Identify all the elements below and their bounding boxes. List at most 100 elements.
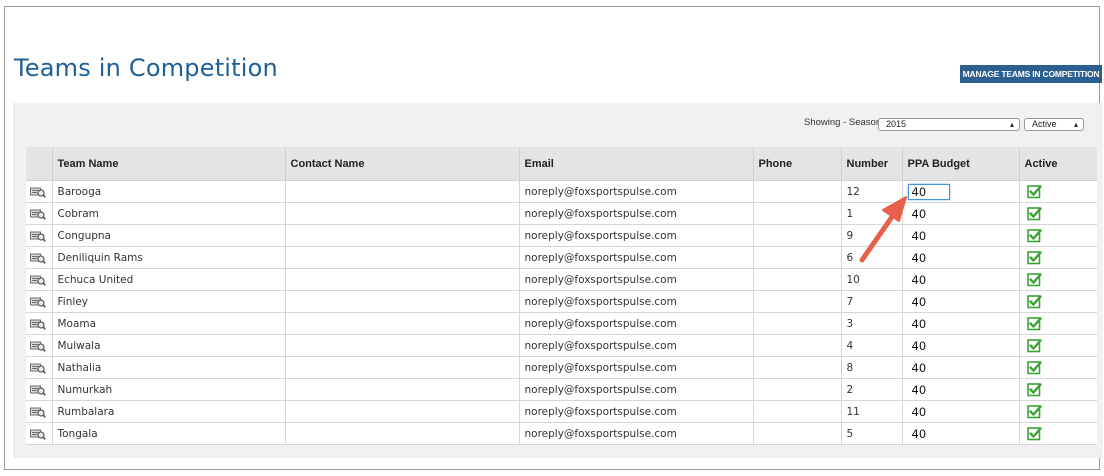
view-details-icon[interactable]: [30, 406, 46, 418]
row-view-cell[interactable]: [26, 312, 52, 335]
view-details-icon[interactable]: [30, 230, 46, 242]
phone-cell: [752, 202, 841, 225]
email-cell: noreply@foxsportspulse.com: [518, 422, 753, 445]
view-details-icon[interactable]: [30, 186, 46, 198]
season-select-value: 2015: [886, 119, 907, 129]
active-cell[interactable]: [1018, 312, 1097, 335]
active-cell[interactable]: [1018, 268, 1097, 291]
season-select[interactable]: 2015 ▴︎: [878, 118, 1020, 131]
number-cell: 10: [840, 268, 902, 291]
column-header-email[interactable]: Email: [518, 147, 753, 181]
table-row[interactable]: Barooga noreply@foxsportspulse.com 12: [26, 180, 1097, 203]
active-cell[interactable]: [1018, 246, 1097, 269]
view-details-icon[interactable]: [30, 340, 46, 352]
column-header-phone[interactable]: Phone: [752, 147, 841, 181]
checkbox-checked-icon[interactable]: [1026, 316, 1042, 331]
table-row[interactable]: Echuca United noreply@foxsportspulse.com 1…: [26, 268, 1097, 291]
table-row[interactable]: Moama noreply@foxsportspulse.com 3: [26, 312, 1097, 335]
ppa-budget-input[interactable]: [907, 293, 950, 310]
email-cell: noreply@foxsportspulse.com: [518, 400, 753, 423]
checkbox-checked-icon[interactable]: [1026, 228, 1042, 243]
row-view-cell[interactable]: [26, 224, 52, 247]
view-details-icon[interactable]: [30, 428, 46, 440]
number-cell: 4: [840, 334, 902, 357]
row-view-cell[interactable]: [26, 400, 52, 423]
view-details-icon[interactable]: [30, 274, 46, 286]
number-cell: 7: [840, 290, 902, 313]
checkbox-checked-icon[interactable]: [1026, 360, 1042, 375]
teams-table: Team Name Contact Name Email Phone Numbe…: [26, 147, 1097, 445]
row-view-cell[interactable]: [26, 202, 52, 225]
table-row[interactable]: Mulwala noreply@foxsportspulse.com 4: [26, 334, 1097, 357]
checkbox-checked-icon[interactable]: [1026, 294, 1042, 309]
manage-teams-button[interactable]: MANAGE TEAMS IN COMPETITION: [960, 65, 1102, 83]
ppa-budget-cell: [901, 378, 1019, 401]
ppa-budget-input[interactable]: [907, 381, 950, 398]
ppa-budget-input[interactable]: [907, 315, 950, 332]
ppa-budget-cell: [901, 202, 1019, 225]
active-cell[interactable]: [1018, 290, 1097, 313]
table-row[interactable]: Congupna noreply@foxsportspulse.com 9: [26, 224, 1097, 247]
checkbox-checked-icon[interactable]: [1026, 184, 1042, 199]
checkbox-checked-icon[interactable]: [1026, 382, 1042, 397]
row-view-cell[interactable]: [26, 356, 52, 379]
row-view-cell[interactable]: [26, 290, 52, 313]
row-view-cell[interactable]: [26, 180, 52, 203]
table-row[interactable]: Deniliquin Rams noreply@foxsportspulse.co…: [26, 246, 1097, 269]
table-row[interactable]: Rumbalara noreply@foxsportspulse.com 11: [26, 400, 1097, 423]
checkbox-checked-icon[interactable]: [1026, 426, 1042, 441]
contact-name-cell: [284, 378, 519, 401]
active-cell[interactable]: [1018, 400, 1097, 423]
table-row[interactable]: Numurkah noreply@foxsportspulse.com 2: [26, 378, 1097, 401]
row-view-cell[interactable]: [26, 422, 52, 445]
view-details-icon[interactable]: [30, 296, 46, 308]
team-name-cell: Cobram: [51, 202, 285, 225]
page-title: Teams in Competition: [14, 54, 278, 82]
ppa-budget-input[interactable]: [907, 425, 950, 442]
active-cell[interactable]: [1018, 356, 1097, 379]
column-header-number[interactable]: Number: [840, 147, 902, 181]
ppa-budget-input[interactable]: [907, 205, 950, 222]
ppa-budget-input[interactable]: [907, 403, 950, 420]
column-header-active[interactable]: Active: [1018, 147, 1097, 181]
row-view-cell[interactable]: [26, 268, 52, 291]
active-cell[interactable]: [1018, 334, 1097, 357]
ppa-budget-input[interactable]: [907, 337, 950, 354]
checkbox-checked-icon[interactable]: [1026, 250, 1042, 265]
number-cell: 5: [840, 422, 902, 445]
row-view-cell[interactable]: [26, 378, 52, 401]
phone-cell: [752, 378, 841, 401]
column-header-ppa-budget[interactable]: PPA Budget: [901, 147, 1019, 181]
checkbox-checked-icon[interactable]: [1026, 338, 1042, 353]
ppa-budget-input[interactable]: [907, 271, 950, 288]
row-view-cell[interactable]: [26, 246, 52, 269]
column-header-team-name[interactable]: Team Name: [51, 147, 285, 181]
contact-name-cell: [284, 224, 519, 247]
checkbox-checked-icon[interactable]: [1026, 404, 1042, 419]
view-details-icon[interactable]: [30, 384, 46, 396]
row-view-cell[interactable]: [26, 334, 52, 357]
active-cell[interactable]: [1018, 422, 1097, 445]
column-header-contact-name[interactable]: Contact Name: [284, 147, 519, 181]
table-row[interactable]: Nathalia noreply@foxsportspulse.com 8: [26, 356, 1097, 379]
checkbox-checked-icon[interactable]: [1026, 206, 1042, 221]
checkbox-checked-icon[interactable]: [1026, 272, 1042, 287]
ppa-budget-input[interactable]: [907, 227, 950, 244]
table-row[interactable]: Cobram noreply@foxsportspulse.com 1: [26, 202, 1097, 225]
active-cell[interactable]: [1018, 224, 1097, 247]
status-select[interactable]: Active ▴︎: [1024, 118, 1084, 131]
view-details-icon[interactable]: [30, 252, 46, 264]
active-cell[interactable]: [1018, 378, 1097, 401]
active-cell[interactable]: [1018, 180, 1097, 203]
ppa-budget-input[interactable]: [907, 183, 950, 200]
ppa-budget-cell: [901, 180, 1019, 203]
ppa-budget-cell: [901, 356, 1019, 379]
active-cell[interactable]: [1018, 202, 1097, 225]
view-details-icon[interactable]: [30, 318, 46, 330]
view-details-icon[interactable]: [30, 208, 46, 220]
ppa-budget-input[interactable]: [907, 249, 950, 266]
ppa-budget-input[interactable]: [907, 359, 950, 376]
table-row[interactable]: Tongala noreply@foxsportspulse.com 5: [26, 422, 1097, 445]
table-row[interactable]: Finley noreply@foxsportspulse.com 7: [26, 290, 1097, 313]
view-details-icon[interactable]: [30, 362, 46, 374]
